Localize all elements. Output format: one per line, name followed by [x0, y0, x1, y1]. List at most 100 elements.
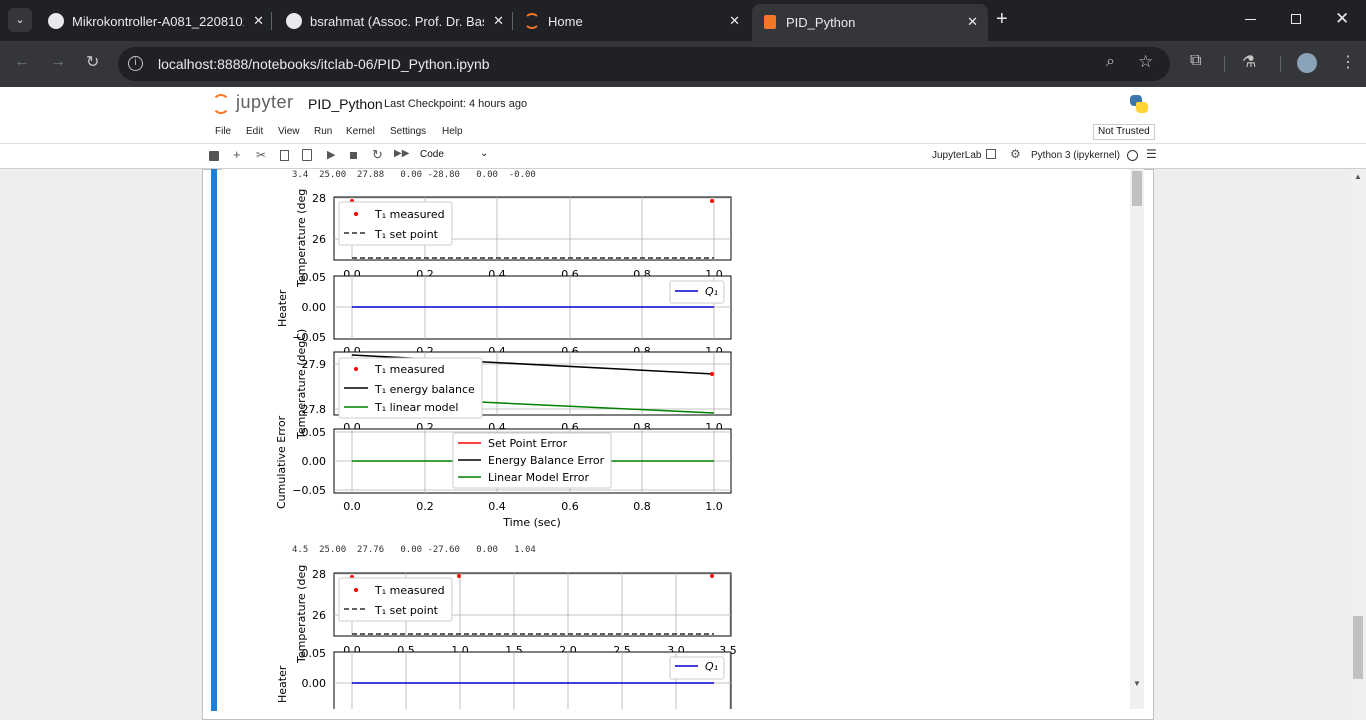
tab-title: Home: [548, 13, 583, 29]
menu-edit[interactable]: Edit: [246, 126, 263, 137]
fig2-panel-heater: 0.05 0.00 Heater Q₁: [276, 647, 732, 709]
hamburger-menu-icon[interactable]: ☰: [1146, 147, 1157, 161]
save-icon[interactable]: [209, 151, 219, 161]
ytick-label: 0.00: [302, 301, 327, 314]
external-link-icon[interactable]: [986, 149, 996, 159]
close-tab-icon[interactable]: ✕: [729, 13, 740, 29]
scroll-thumb[interactable]: [1353, 616, 1363, 679]
run-icon[interactable]: ▶: [327, 148, 335, 161]
new-tab-button[interactable]: +: [996, 8, 1008, 31]
scroll-thumb[interactable]: [1132, 171, 1142, 206]
close-tab-icon[interactable]: ✕: [493, 13, 504, 29]
chrome-menu-icon[interactable]: ⋮: [1340, 52, 1356, 72]
xtick-label: 0.0: [343, 500, 361, 513]
legend-label: Q₁: [705, 660, 718, 673]
ytick-label: 0.05: [302, 426, 327, 439]
cell-scrollbar[interactable]: ▼: [1130, 169, 1144, 709]
page-scrollbar[interactable]: ▲: [1350, 169, 1366, 720]
cell-selection-bar[interactable]: [211, 169, 217, 711]
y-axis-label: Heater: [276, 665, 289, 703]
notebook-toolbar: + ✂ ▶ ↻ ▶▶ Code ⌄ JupyterLab ⚙ Python 3 …: [0, 144, 1366, 169]
fig1-panel-temperature: 28 26 Temperature (deg T₁ measured T₁ se…: [295, 189, 732, 288]
scroll-down-arrow[interactable]: ▼: [1133, 679, 1141, 688]
notebook-area: 3.4 25.00 27.88 0.00 -28.80 0.00 -0.00 4…: [0, 169, 1366, 720]
close-window-icon[interactable]: ✕: [1335, 9, 1349, 29]
xtick-labels: 0.0 0.2 0.4 0.6 0.8 1.0: [343, 500, 723, 513]
reload-icon[interactable]: ↻: [86, 52, 99, 72]
url-text[interactable]: localhost:8888/notebooks/itclab-06/PID_P…: [158, 56, 490, 72]
chevron-down-icon: ⌄: [480, 148, 489, 159]
tab-home[interactable]: Home ✕: [516, 6, 746, 36]
checkpoint-text: Last Checkpoint: 4 hours ago: [384, 98, 528, 110]
menu-kernel[interactable]: Kernel: [346, 126, 375, 137]
ytick-label: 26: [312, 609, 326, 622]
cut-icon[interactable]: ✂: [256, 148, 266, 162]
fast-forward-icon[interactable]: ▶▶: [394, 148, 409, 159]
close-tab-icon[interactable]: ✕: [967, 14, 978, 30]
menu-file[interactable]: File: [215, 126, 231, 137]
bookmark-star-icon[interactable]: ☆: [1138, 52, 1153, 72]
kernel-status-icon: [1127, 150, 1138, 161]
legend: Q₁: [669, 280, 725, 304]
y-axis-label: Heater: [276, 289, 289, 327]
legend-label: T₁ energy balance: [374, 383, 475, 396]
cell-output: 3.4 25.00 27.88 0.00 -28.80 0.00 -0.00 4…: [222, 169, 1130, 709]
tab-bsrahmat[interactable]: bsrahmat (Assoc. Prof. Dr. Basu ✕: [278, 6, 510, 36]
legend-label: Energy Balance Error: [488, 454, 605, 467]
menu-view[interactable]: View: [278, 126, 300, 137]
jupyter-logo-icon[interactable]: [212, 94, 230, 114]
menu-run[interactable]: Run: [314, 126, 332, 137]
menu-help[interactable]: Help: [442, 126, 463, 137]
y-axis-label: Temperature (degC): [295, 329, 308, 440]
legend: T₁ measured T₁ energy balance T₁ linear …: [338, 357, 483, 419]
jupyterlab-link[interactable]: JupyterLab: [932, 150, 981, 161]
paste-icon[interactable]: [302, 149, 312, 161]
profile-avatar[interactable]: [1297, 53, 1317, 73]
legend: T₁ measured T₁ set point: [338, 201, 453, 246]
minimize-icon[interactable]: [1245, 19, 1256, 20]
trust-indicator[interactable]: Not Trusted: [1093, 124, 1155, 140]
restore-icon[interactable]: [1291, 14, 1301, 24]
address-bar[interactable]: i localhost:8888/notebooks/itclab-06/PID…: [118, 47, 1170, 81]
zoom-icon[interactable]: ⌕: [1106, 53, 1115, 71]
ytick-label: 28: [312, 568, 326, 581]
fig1-panel-heater: 0.05 0.00 −0.05 Heater Q₁ 0.0 0.2 0.4 0.…: [276, 271, 732, 358]
labs-flask-icon[interactable]: ⚗: [1242, 52, 1256, 72]
tab-pid-python[interactable]: PID_Python ✕: [752, 4, 988, 41]
browser-tab-strip: ⌄ Mikrokontroller-A081_2208101 ✕ bsrahma…: [0, 0, 1366, 41]
back-icon[interactable]: ←: [14, 53, 30, 71]
measured-point: [457, 574, 461, 578]
x-axis-label: Time (sec): [502, 516, 561, 529]
tab-mikrokontroller[interactable]: Mikrokontroller-A081_2208101 ✕: [40, 6, 270, 36]
xtick-label: 0.4: [488, 500, 506, 513]
menu-settings[interactable]: Settings: [390, 126, 426, 137]
github-icon: [286, 13, 302, 29]
xtick-label: 0.6: [561, 500, 579, 513]
jupyter-menu-bar: File Edit View Run Kernel Settings Help …: [0, 121, 1366, 144]
copy-icon[interactable]: [280, 150, 289, 161]
close-tab-icon[interactable]: ✕: [253, 13, 264, 29]
settings-gear-icon[interactable]: ⚙: [1010, 147, 1021, 161]
ytick-label: 0.00: [302, 455, 327, 468]
notebook-favicon-icon: [764, 15, 776, 29]
legend-label: T₁ measured: [374, 584, 445, 597]
kernel-name[interactable]: Python 3 (ipykernel): [1031, 150, 1120, 161]
site-info-icon[interactable]: i: [128, 56, 143, 71]
github-icon: [48, 13, 64, 29]
scroll-up-arrow[interactable]: ▲: [1354, 172, 1362, 181]
restart-icon[interactable]: ↻: [372, 147, 383, 163]
stop-icon[interactable]: [350, 152, 357, 159]
fig2-panel-temperature: 28 26 Temperature (deg T₁ measured T₁ se…: [295, 565, 737, 664]
tab-search-button[interactable]: ⌄: [8, 8, 32, 32]
add-cell-icon[interactable]: +: [233, 147, 241, 162]
cell-type-select[interactable]: Code ⌄: [420, 148, 490, 163]
measured-point: [710, 199, 714, 203]
python-logo-icon: [1130, 95, 1148, 113]
legend: Q₁: [669, 656, 725, 680]
extensions-icon[interactable]: ⧉: [1190, 52, 1201, 70]
legend-label: Linear Model Error: [488, 471, 589, 484]
ytick-label: 28: [312, 192, 326, 205]
jupyter-logo-text[interactable]: jupyter: [236, 92, 294, 113]
forward-icon[interactable]: →: [50, 53, 66, 71]
notebook-title[interactable]: PID_Python: [308, 96, 383, 112]
